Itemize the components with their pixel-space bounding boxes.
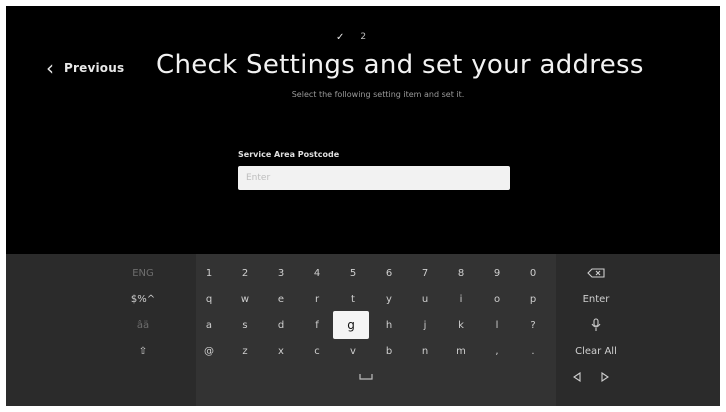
key-1[interactable]: 1 <box>194 262 224 284</box>
key-k[interactable]: k <box>446 314 476 336</box>
backspace-key[interactable] <box>566 262 626 284</box>
previous-label: Previous <box>64 61 125 75</box>
key-c[interactable]: c <box>302 340 332 362</box>
key-x[interactable]: x <box>266 340 296 362</box>
key-j[interactable]: j <box>410 314 440 336</box>
postcode-field-label: Service Area Postcode <box>238 150 340 159</box>
previous-button[interactable]: ‹ Previous <box>46 58 124 78</box>
key-6[interactable]: 6 <box>374 262 404 284</box>
enter-key[interactable]: Enter <box>566 288 626 310</box>
key-d[interactable]: d <box>266 314 296 336</box>
key-u[interactable]: u <box>410 288 440 310</box>
key-accents[interactable]: âä <box>118 314 168 336</box>
key-3[interactable]: 3 <box>266 262 296 284</box>
key-a[interactable]: a <box>194 314 224 336</box>
key-period[interactable]: . <box>518 340 548 362</box>
key-symbols[interactable]: $%^ <box>118 288 168 310</box>
page-title: Check Settings and set your address <box>156 50 644 80</box>
key-i[interactable]: i <box>446 288 476 310</box>
microphone-key[interactable] <box>566 314 626 336</box>
backspace-icon <box>587 268 605 278</box>
cursor-right-icon <box>601 372 609 382</box>
key-comma[interactable]: , <box>482 340 512 362</box>
key-f[interactable]: f <box>302 314 332 336</box>
key-9[interactable]: 9 <box>482 262 512 284</box>
key-5[interactable]: 5 <box>338 262 368 284</box>
step-indicator: ✓ 2 <box>336 31 366 43</box>
key-4[interactable]: 4 <box>302 262 332 284</box>
key-z[interactable]: z <box>230 340 260 362</box>
clear-all-key[interactable]: Clear All <box>566 340 626 362</box>
key-7[interactable]: 7 <box>410 262 440 284</box>
postcode-input[interactable] <box>244 172 510 184</box>
postcode-field[interactable] <box>238 166 510 190</box>
space-bar-icon <box>359 373 373 381</box>
key-n[interactable]: n <box>410 340 440 362</box>
key-h[interactable]: h <box>374 314 404 336</box>
key-t[interactable]: t <box>338 288 368 310</box>
key-r[interactable]: r <box>302 288 332 310</box>
microphone-icon <box>591 318 601 332</box>
key-8[interactable]: 8 <box>446 262 476 284</box>
key-language[interactable]: ENG <box>118 262 168 284</box>
on-screen-keyboard: ENG $%^ âä ⇧ 1 2 3 4 5 6 7 8 9 0 q w e r… <box>6 254 720 406</box>
cursor-right-key[interactable] <box>590 366 620 388</box>
key-e[interactable]: e <box>266 288 296 310</box>
key-w[interactable]: w <box>230 288 260 310</box>
key-l[interactable]: l <box>482 314 512 336</box>
page-subtitle: Select the following setting item and se… <box>291 90 465 99</box>
key-question[interactable]: ? <box>518 314 548 336</box>
tv-screen: ✓ 2 ‹ Previous Check Settings and set yo… <box>6 6 720 406</box>
key-m[interactable]: m <box>446 340 476 362</box>
cursor-left-key[interactable] <box>562 366 592 388</box>
key-s[interactable]: s <box>230 314 260 336</box>
key-y[interactable]: y <box>374 288 404 310</box>
key-g[interactable]: g <box>333 311 369 339</box>
step-done-check-icon: ✓ <box>336 31 345 43</box>
space-key[interactable] <box>306 366 426 388</box>
top-bar <box>6 6 720 14</box>
key-0[interactable]: 0 <box>518 262 548 284</box>
key-o[interactable]: o <box>482 288 512 310</box>
key-b[interactable]: b <box>374 340 404 362</box>
key-at[interactable]: @ <box>194 340 224 362</box>
key-q[interactable]: q <box>194 288 224 310</box>
key-v[interactable]: v <box>338 340 368 362</box>
shift-key[interactable]: ⇧ <box>118 340 168 362</box>
key-2[interactable]: 2 <box>230 262 260 284</box>
key-p[interactable]: p <box>518 288 548 310</box>
chevron-left-icon: ‹ <box>46 56 54 80</box>
cursor-left-icon <box>573 372 581 382</box>
step-current-number: 2 <box>360 32 367 42</box>
